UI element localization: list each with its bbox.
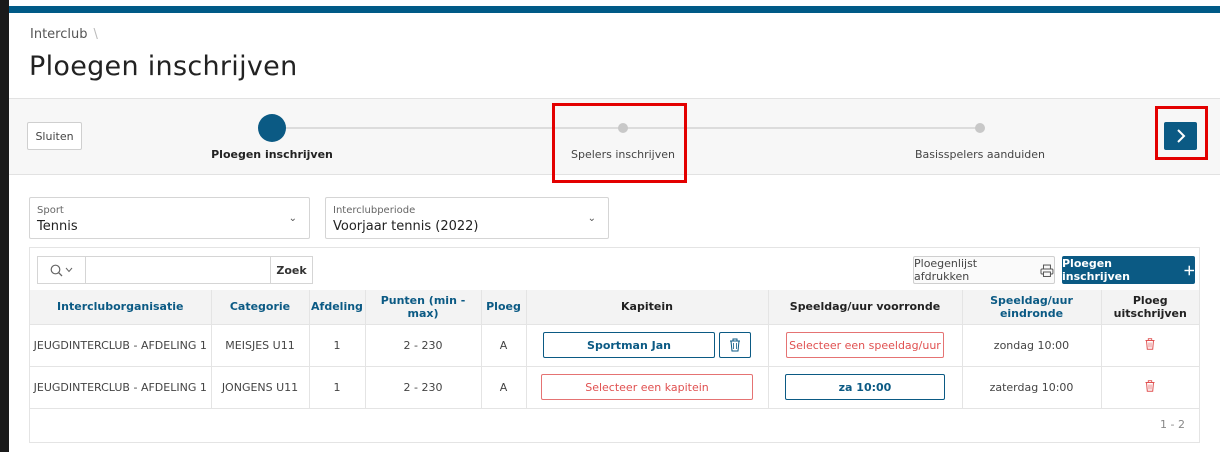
chevron-down-icon: ⌄ [288,213,297,224]
column-header-category[interactable]: Categorie [211,290,310,325]
column-header-final-round[interactable]: Speeldag/uur eindronde [962,290,1102,325]
breadcrumb-separator: \ [93,27,98,42]
chevron-right-icon [1176,129,1185,143]
column-header-preliminary-round: Speeldag/uur voorronde [768,290,963,325]
sport-select-label: Sport [37,205,64,216]
column-header-points[interactable]: Punten (min - max) [365,290,482,325]
search-bar: Zoek [37,256,313,284]
cell-division: 1 [309,324,366,367]
cell-category: JONGENS U11 [211,366,310,409]
column-header-team[interactable]: Ploeg [481,290,527,325]
table-header-row: Intercluborganisatie Categorie Afdeling … [30,290,1199,325]
search-icon [50,264,63,276]
column-header-organisation[interactable]: Intercluborganisatie [30,290,212,325]
step-3-indicator[interactable] [975,123,985,133]
trash-icon [730,338,740,352]
left-edge-bar [0,0,9,452]
column-header-captain: Kapitein [526,290,769,325]
cell-team: A [481,366,527,409]
cell-division: 1 [309,366,366,409]
cell-team: A [481,324,527,367]
sport-select[interactable]: Sport Tennis ⌄ [29,197,310,239]
step-2-indicator[interactable] [618,123,628,133]
cell-unregister [1101,324,1199,367]
cell-captain: Sportman Jan [526,324,769,367]
cell-points: 2 - 230 [365,324,482,367]
printer-icon [1040,264,1054,277]
wizard-bar: Sluiten Ploegen inschrijven Spelers insc… [9,98,1220,175]
next-step-button[interactable] [1164,122,1197,150]
search-options-button[interactable] [38,257,86,283]
page-header: Interclub \ Ploegen inschrijven [9,13,1220,98]
print-team-list-button[interactable]: Ploegenlijst afdrukken [913,256,1055,284]
unregister-team-button[interactable] [1145,379,1155,392]
step-connector-2 [623,127,980,129]
cell-organisation: JEUGDINTERCLUB - AFDELING 1 [30,366,212,409]
cell-preliminary-round: Selecteer een speeldag/uur [768,324,963,367]
search-input[interactable] [86,257,270,283]
column-header-unregister: Ploeg uitschrijven [1101,290,1199,325]
teams-table: Intercluborganisatie Categorie Afdeling … [30,290,1199,409]
breadcrumb: Interclub \ [30,27,98,42]
page-title: Ploegen inschrijven [29,51,298,82]
remove-captain-button[interactable] [719,332,751,358]
trash-icon [1145,337,1155,350]
cell-final-round: zaterdag 10:00 [962,366,1102,409]
chevron-down-icon: ⌄ [587,213,596,224]
step-1-label: Ploegen inschrijven [211,148,333,161]
step-1-indicator[interactable] [258,114,286,142]
close-button[interactable]: Sluiten [27,122,82,150]
playday-button[interactable]: za 10:00 [785,374,945,400]
plus-icon [1184,265,1195,275]
captain-button[interactable]: Sportman Jan [543,332,715,358]
breadcrumb-interclub[interactable]: Interclub [30,27,87,42]
step-3-label: Basisspelers aanduiden [914,148,1046,161]
period-select[interactable]: Interclubperiode Voorjaar tennis (2022) … [325,197,609,239]
cell-points: 2 - 230 [365,366,482,409]
cell-captain: Selecteer een kapitein [526,366,769,409]
table-row: JEUGDINTERCLUB - AFDELING 1 MEISJES U11 … [30,324,1199,367]
pagination-info: 1 - 2 [1160,418,1185,431]
chevron-down-icon [65,267,73,273]
period-select-label: Interclubperiode [333,205,416,216]
select-captain-button[interactable]: Selecteer een kapitein [541,374,753,400]
cell-category: MEISJES U11 [211,324,310,367]
trash-icon [1145,379,1155,392]
print-button-label: Ploegenlijst afdrukken [914,257,978,283]
table-row: JEUGDINTERCLUB - AFDELING 1 JONGENS U11 … [30,366,1199,409]
step-connector-1 [272,127,623,129]
column-header-division[interactable]: Afdeling [309,290,366,325]
search-button[interactable]: Zoek [270,257,312,283]
select-playday-button[interactable]: Selecteer een speeldag/uur [786,332,944,358]
cell-preliminary-round: za 10:00 [768,366,963,409]
register-teams-button[interactable]: Ploegen inschrijven [1062,256,1195,284]
register-teams-label: Ploegen inschrijven [1062,257,1130,283]
step-2-label: Spelers inschrijven [571,148,675,161]
period-select-value: Voorjaar tennis (2022) [333,219,479,234]
sport-select-value: Tennis [37,219,78,234]
cell-organisation: JEUGDINTERCLUB - AFDELING 1 [30,324,212,367]
unregister-team-button[interactable] [1145,337,1155,350]
brand-top-bar [9,6,1220,13]
cell-unregister [1101,366,1199,409]
teams-table-panel: Zoek Ploegenlijst afdrukken Ploegen insc… [29,247,1200,443]
cell-final-round: zondag 10:00 [962,324,1102,367]
